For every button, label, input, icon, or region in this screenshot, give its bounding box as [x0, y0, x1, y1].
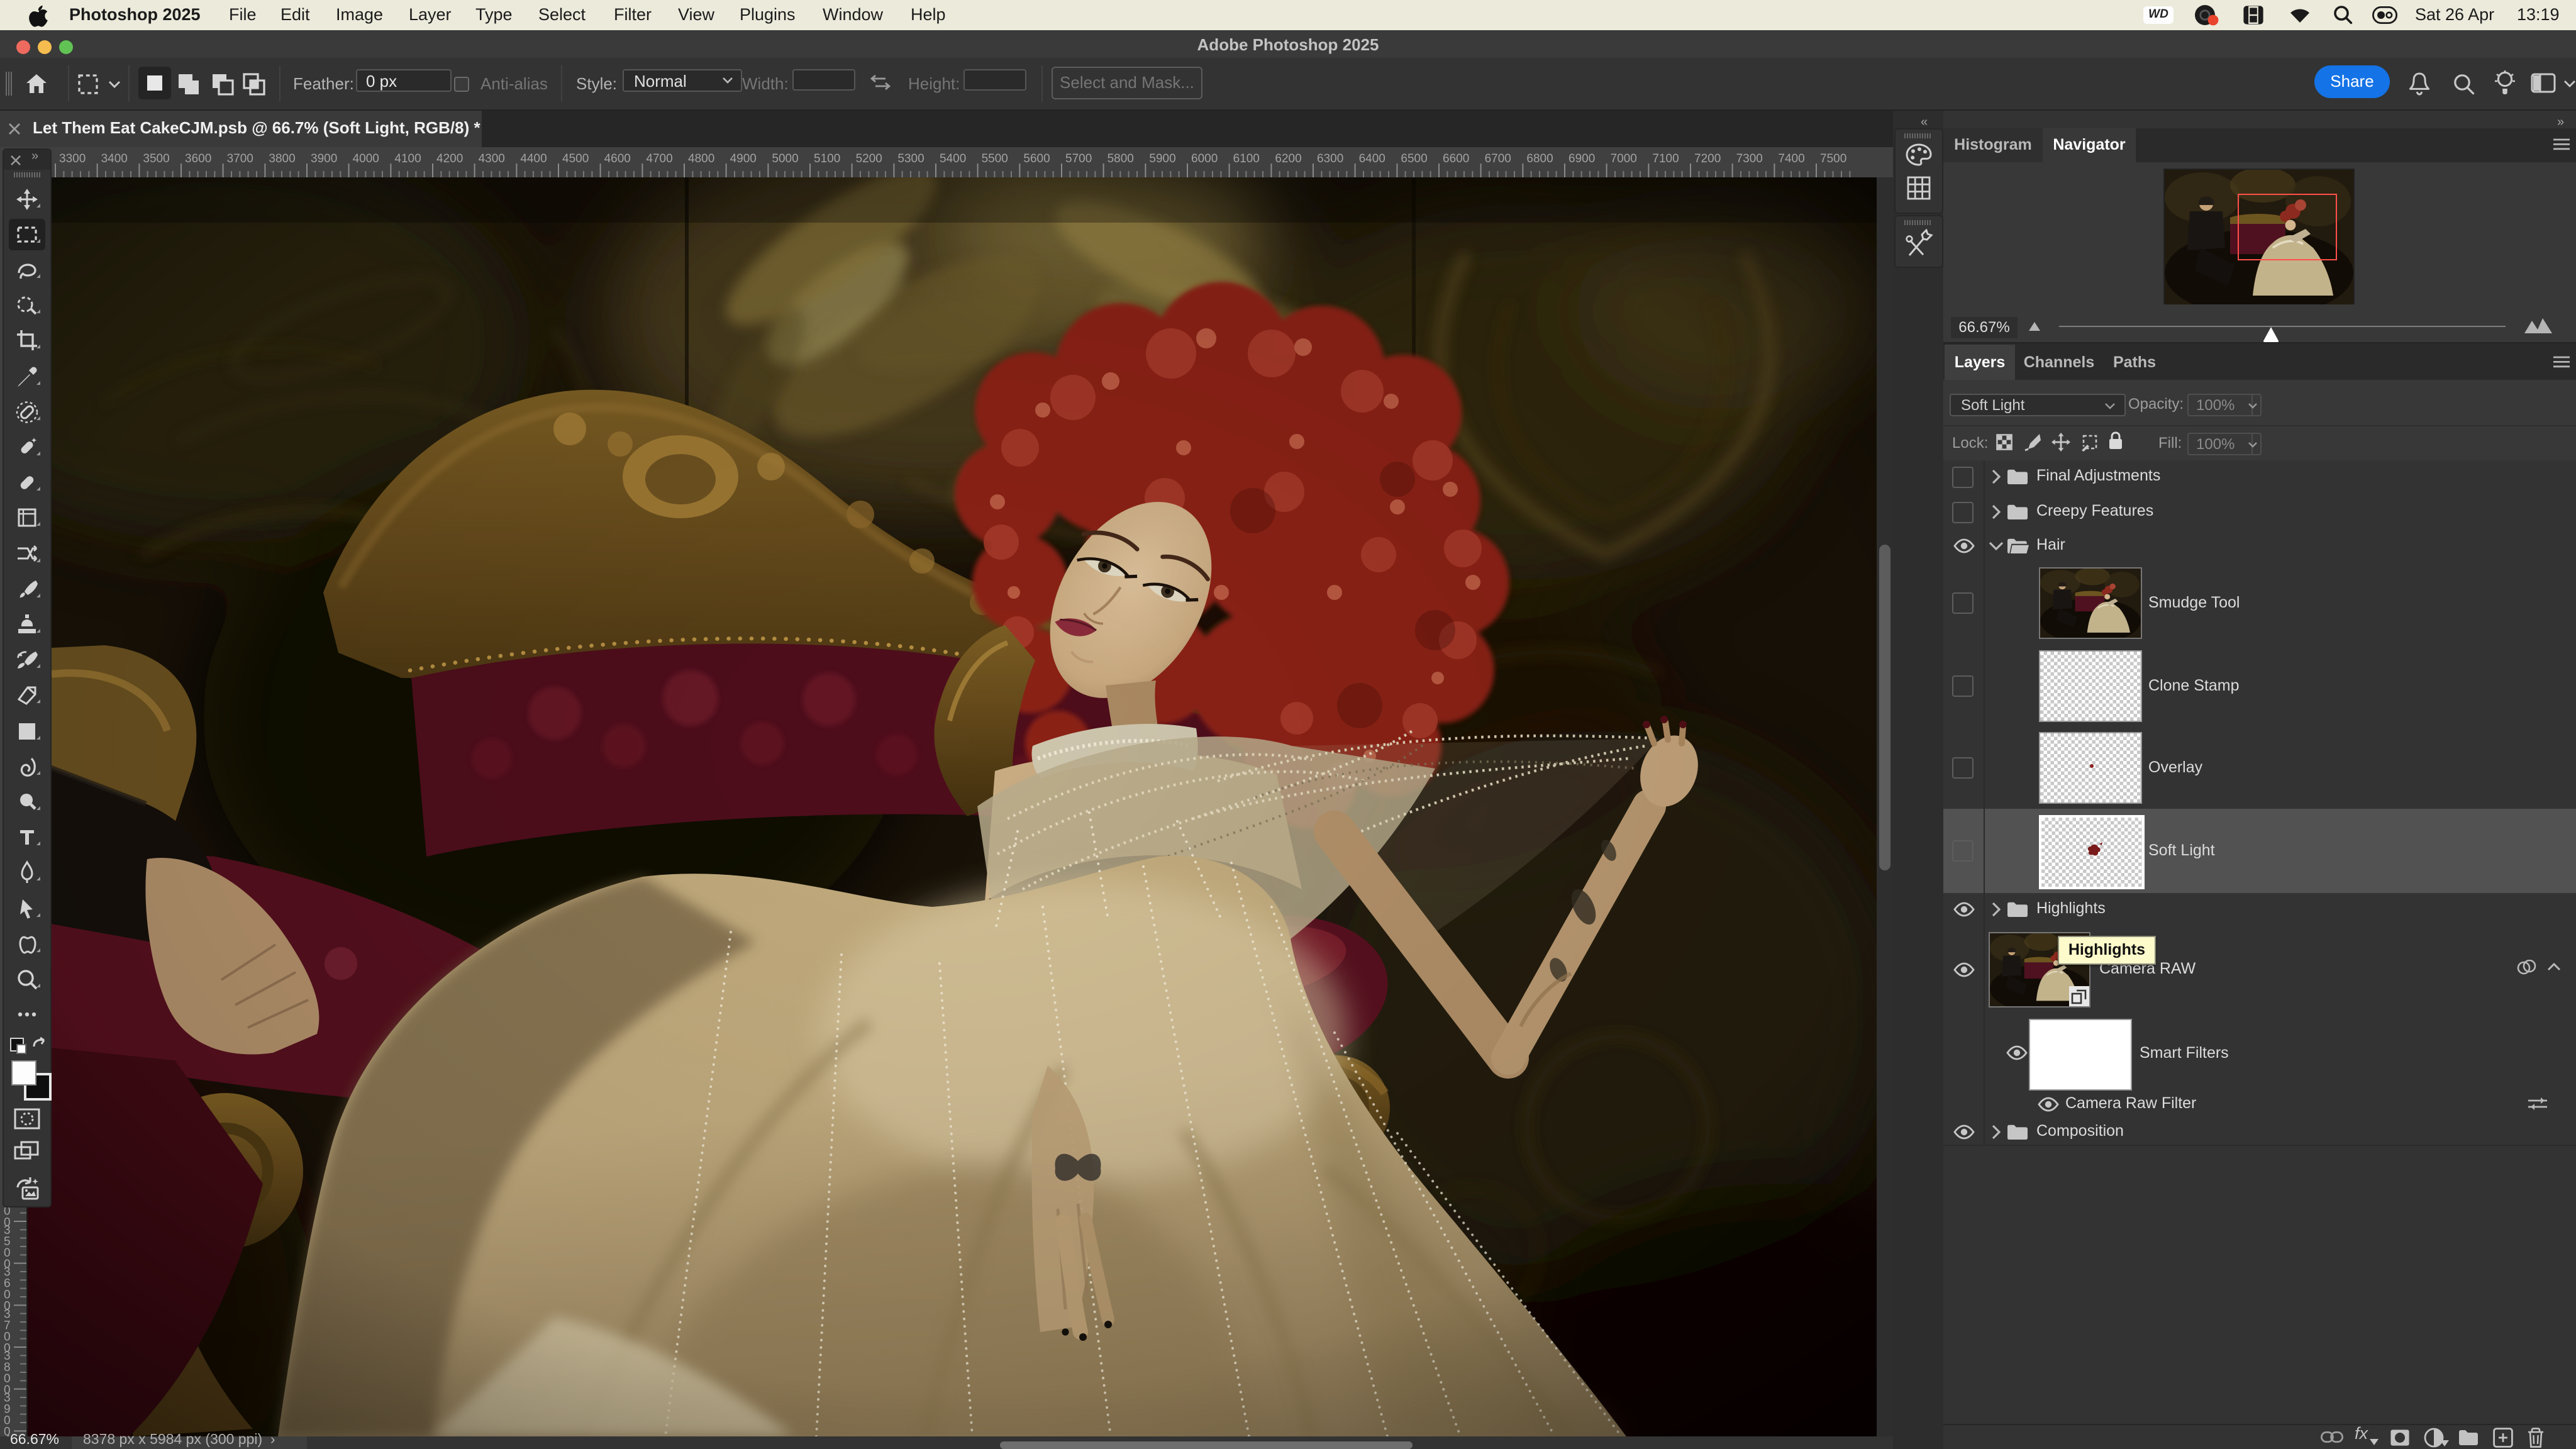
- svg-text:3300: 3300: [59, 152, 86, 165]
- svg-text:4500: 4500: [562, 152, 589, 165]
- svg-text:3600: 3600: [185, 152, 211, 165]
- svg-text:4100: 4100: [394, 152, 421, 165]
- svg-text:6100: 6100: [1233, 152, 1260, 165]
- svg-text:7100: 7100: [1652, 152, 1679, 165]
- svg-text:4900: 4900: [730, 152, 757, 165]
- svg-text:4000: 4000: [353, 152, 379, 165]
- svg-text:4300: 4300: [479, 152, 505, 165]
- svg-text:5300: 5300: [897, 152, 924, 165]
- svg-text:4400: 4400: [520, 152, 547, 165]
- svg-text:4800: 4800: [688, 152, 714, 165]
- svg-text:5200: 5200: [856, 152, 882, 165]
- svg-text:5500: 5500: [982, 152, 1008, 165]
- svg-text:3500: 3500: [143, 152, 169, 165]
- svg-text:6500: 6500: [1401, 152, 1427, 165]
- svg-text:4200: 4200: [436, 152, 463, 165]
- svg-text:6200: 6200: [1275, 152, 1301, 165]
- svg-text:5900: 5900: [1149, 152, 1175, 165]
- svg-text:6900: 6900: [1568, 152, 1595, 165]
- svg-text:6000: 6000: [1191, 152, 1218, 165]
- svg-text:5600: 5600: [1023, 152, 1050, 165]
- svg-text:5400: 5400: [940, 152, 966, 165]
- svg-text:5700: 5700: [1065, 152, 1092, 165]
- svg-text:3700: 3700: [227, 152, 253, 165]
- svg-text:4700: 4700: [646, 152, 672, 165]
- svg-text:3800: 3800: [269, 152, 295, 165]
- svg-text:5000: 5000: [772, 152, 798, 165]
- svg-text:5800: 5800: [1108, 152, 1134, 165]
- svg-text:7300: 7300: [1736, 152, 1763, 165]
- svg-text:3400: 3400: [101, 152, 128, 165]
- svg-text:7200: 7200: [1694, 152, 1721, 165]
- svg-text:7500: 7500: [1820, 152, 1846, 165]
- svg-text:4600: 4600: [604, 152, 631, 165]
- svg-text:6800: 6800: [1526, 152, 1553, 165]
- svg-text:5100: 5100: [814, 152, 840, 165]
- svg-text:7400: 7400: [1778, 152, 1804, 165]
- svg-text:6300: 6300: [1317, 152, 1343, 165]
- svg-text:6700: 6700: [1485, 152, 1511, 165]
- svg-text:6600: 6600: [1443, 152, 1469, 165]
- svg-text:3900: 3900: [311, 152, 337, 165]
- svg-text:7000: 7000: [1611, 152, 1637, 165]
- svg-text:6400: 6400: [1359, 152, 1385, 165]
